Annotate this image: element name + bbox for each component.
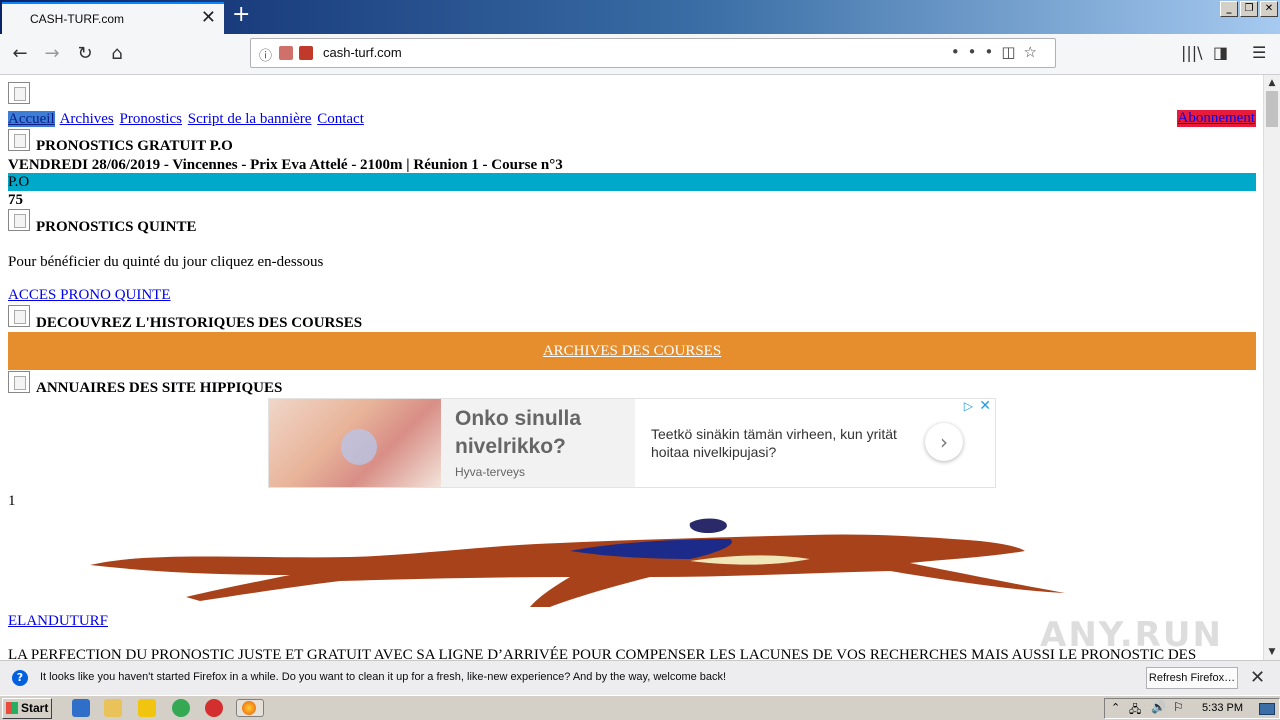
anyrun-watermark: ANY.RUN [1040, 615, 1223, 655]
system-tray: ⌃ 🖧 🔊 ⚐ 5:33 PM [1104, 698, 1280, 719]
ad-knee-image [269, 399, 441, 487]
archives-link[interactable]: ARCHIVES DES COURSES [543, 343, 721, 359]
network-icon[interactable]: 🖧 [1129, 701, 1141, 720]
jockey-head [689, 518, 727, 533]
page-actions-icon[interactable]: ••• [951, 43, 1002, 61]
bottom-paragraph: LA PERFECTION DU PRONOSTIC JUSTE ET GRAT… [8, 647, 1197, 660]
tray-expand-icon[interactable]: ⌃ [1111, 701, 1120, 714]
page-actions: •••◫☆ [951, 43, 1045, 61]
firefox-taskbar-button[interactable] [236, 699, 264, 717]
navigation-toolbar: ← → ↻ ⌂ ⓘ cash-turf.com •••◫☆ |||\ ◨ ☰ [0, 34, 1280, 75]
new-tab-icon[interactable]: + [232, 4, 250, 26]
notification-text: It looks like you haven't started Firefo… [40, 671, 727, 683]
browser-tab[interactable]: CASH-TURF.com ✕ [2, 2, 224, 34]
refresh-notification-bar: ? It looks like you haven't started Fire… [0, 660, 1280, 696]
menu-item-archives[interactable]: Archives [60, 111, 114, 127]
close-window-button[interactable]: ✕ [1260, 1, 1278, 17]
action-center-flag-icon[interactable]: ⚐ [1173, 700, 1184, 714]
media-player-icon[interactable] [138, 699, 156, 717]
blocked-content-icon[interactable] [279, 46, 293, 60]
menu-item-contact[interactable]: Contact [317, 111, 364, 127]
section-quinte-title: PRONOSTICS QUINTE [36, 219, 197, 235]
window-titlebar: CASH-TURF.com ✕ + _ ❐ ✕ [0, 0, 1280, 34]
minimize-button[interactable]: _ [1220, 1, 1238, 17]
abonnement-link[interactable]: Abonnement [1176, 110, 1256, 127]
clock[interactable]: 5:33 PM [1202, 702, 1243, 714]
ie-icon[interactable] [72, 699, 90, 717]
question-icon: ? [12, 670, 28, 686]
menu-item-pronostics[interactable]: Pronostics [119, 111, 182, 127]
menu-item-accueil[interactable]: Accueil [8, 111, 55, 127]
ad-close-icon[interactable]: ✕ [979, 398, 991, 414]
horse-body [90, 534, 1065, 607]
back-icon[interactable]: ← [8, 42, 32, 66]
archives-banner[interactable]: ARCHIVES DES COURSES [8, 332, 1256, 370]
tab-close-icon[interactable]: ✕ [201, 9, 216, 27]
history-broken-image-icon [8, 305, 30, 327]
site-menu: Accueil Archives Pronostics Script de la… [8, 111, 366, 128]
menu-hamburger-icon[interactable]: ☰ [1252, 43, 1266, 62]
pocket-icon[interactable]: ◫ [1001, 43, 1023, 61]
reload-icon[interactable]: ↻ [73, 42, 97, 66]
quinte-text: Pour bénéficier du quinté du jour clique… [8, 254, 324, 270]
url-bar[interactable]: ⓘ cash-turf.com •••◫☆ [250, 38, 1056, 68]
opera-icon[interactable] [205, 699, 223, 717]
ad-chevron-right-icon[interactable]: › [925, 423, 963, 461]
page-scrollbar[interactable]: ▲ ▼ [1263, 75, 1280, 660]
volume-icon[interactable]: 🔊 [1151, 700, 1166, 714]
po-label: P.O [8, 174, 30, 190]
start-button[interactable]: Start [2, 698, 52, 719]
galloping-horse-image [90, 518, 1065, 607]
page-content: Accueil Archives Pronostics Script de la… [0, 75, 1264, 660]
scroll-up-icon[interactable]: ▲ [1264, 75, 1280, 91]
explorer-folder-icon[interactable] [104, 699, 122, 717]
restore-button[interactable]: ❐ [1240, 1, 1258, 17]
section-history-title: DECOUVREZ L'HISTORIQUES DES COURSES [36, 315, 363, 331]
site-info-icon[interactable]: ⓘ [259, 45, 272, 64]
po-bar: P.O [8, 173, 1256, 191]
scroll-down-icon[interactable]: ▼ [1264, 644, 1280, 660]
windows-taskbar: Start ⌃ 🖧 🔊 ⚐ 5:33 PM [0, 695, 1280, 720]
advertisement[interactable]: Onko sinulla nivelrikko? Hyva-terveys Te… [268, 398, 996, 488]
annuaire-broken-image-icon [8, 371, 30, 393]
scroll-thumb[interactable] [1266, 91, 1278, 127]
tab-title: CASH-TURF.com [30, 12, 125, 26]
race-info: VENDREDI 28/06/2019 - Vincennes - Prix E… [8, 157, 563, 173]
forward-icon[interactable]: → [40, 42, 64, 66]
quinte-broken-image-icon [8, 209, 30, 231]
elanduturf-link[interactable]: ELANDUTURF [8, 613, 108, 630]
section-po-title: PRONOSTICS GRATUIT P.O [36, 138, 233, 154]
banner-broken-image-icon [8, 82, 30, 104]
window-controls: _ ❐ ✕ [1220, 1, 1278, 17]
ad-title[interactable]: Onko sinulla nivelrikko? [455, 405, 625, 461]
adchoices-icon[interactable]: ▷ [964, 399, 973, 413]
po-value: 75 [8, 192, 23, 208]
sidebar-icon[interactable]: ◨ [1213, 43, 1228, 62]
section-annuaire-title: ANNUAIRES DES SITE HIPPIQUES [36, 380, 283, 396]
tracking-protection-icon[interactable] [299, 46, 313, 60]
notification-close-icon[interactable]: ✕ [1250, 667, 1265, 688]
home-icon[interactable]: ⌂ [105, 42, 129, 66]
ad-title-panel: Onko sinulla nivelrikko? Hyva-terveys [441, 399, 635, 487]
firefox-icon [242, 701, 256, 715]
annuaire-index: 1 [8, 493, 16, 509]
chrome-icon[interactable] [172, 699, 190, 717]
url-text[interactable]: cash-turf.com [323, 45, 402, 60]
po-broken-image-icon [8, 129, 30, 151]
show-desktop-icon[interactable] [1259, 703, 1275, 715]
library-icon[interactable]: |||\ [1181, 43, 1203, 62]
ad-body[interactable]: Teetkö sinäkin tämän virheen, kun yrität… [651, 425, 911, 461]
knee-joint-shape [341, 429, 377, 465]
ad-source: Hyva-terveys [455, 465, 526, 479]
bookmark-star-icon[interactable]: ☆ [1024, 43, 1045, 61]
refresh-firefox-button[interactable]: Refresh Firefox… [1146, 667, 1238, 689]
menu-item-script-banniere[interactable]: Script de la bannière [188, 111, 312, 127]
quinte-link[interactable]: ACCES PRONO QUINTE [8, 287, 171, 304]
